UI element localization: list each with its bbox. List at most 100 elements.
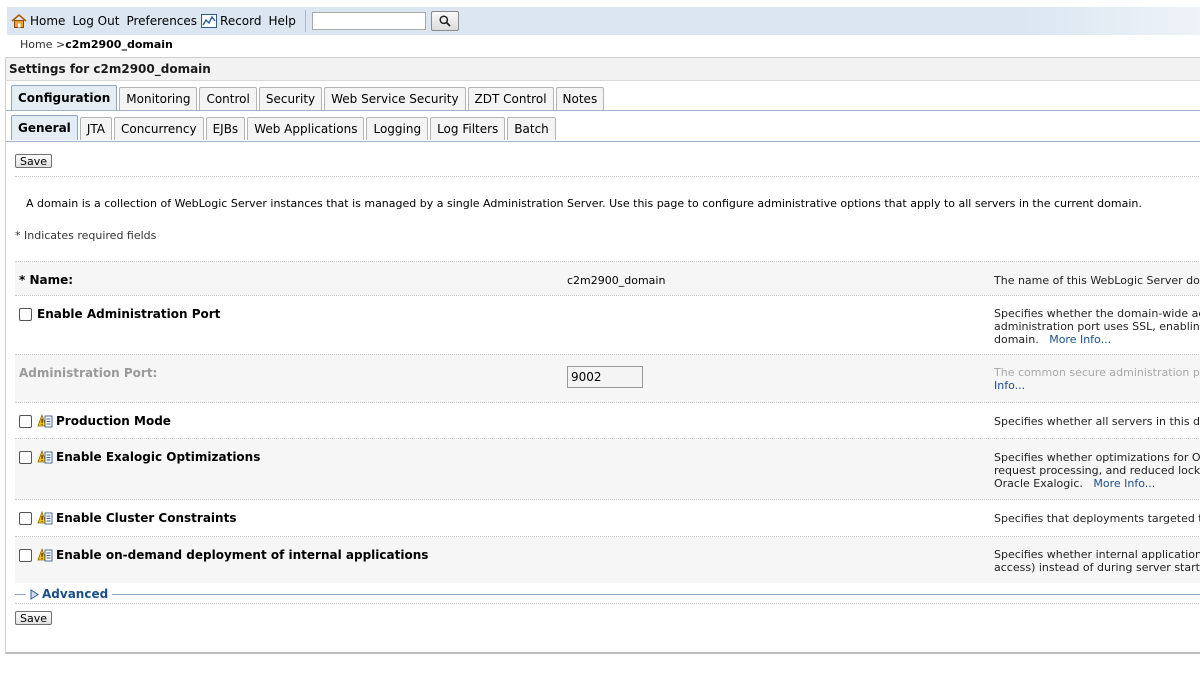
enable-admin-port-checkbox[interactable] (19, 307, 32, 321)
subtab-batch[interactable]: Batch (507, 117, 556, 140)
ondemand-field: Enable on-demand deployment of internal … (19, 547, 428, 563)
subtab-jta[interactable]: JTA (79, 117, 112, 140)
main-tabs-divider (6, 110, 1200, 111)
help-line: Specifies whether the domain-wide admini… (994, 307, 1200, 320)
name-row: * Name: c2m2900_domain The name of this … (15, 262, 1200, 295)
advanced-toggle[interactable]: Advanced (30, 587, 108, 601)
tab-configuration[interactable]: Configuration (11, 85, 118, 110)
production-mode-field: Production Mode (19, 413, 171, 429)
help-line: Specifies whether internal applications … (994, 548, 1200, 561)
production-mode-row: Production Mode Specifies whether all se… (15, 403, 1200, 438)
tab-monitoring[interactable]: Monitoring (119, 87, 198, 110)
global-toolbar: Home Log Out Preferences Record Help (7, 7, 1200, 35)
name-value: c2m2900_domain (567, 274, 666, 287)
advanced-label: Advanced (42, 587, 109, 601)
breadcrumb-home[interactable]: Home > (20, 38, 65, 51)
required-fields-note: * Indicates required fields (15, 229, 157, 242)
exalogic-checkbox[interactable] (19, 450, 32, 464)
help-line: domain. More Info... (994, 333, 1200, 346)
enable-admin-port-label: Enable Administration Port (37, 307, 221, 321)
search-button[interactable] (430, 11, 459, 31)
record-icon (201, 14, 218, 28)
admin-port-input[interactable]: 9002 (567, 366, 643, 388)
divider (15, 176, 1200, 177)
help-text: Oracle Exalogic. (994, 477, 1083, 490)
restart-required-icon (37, 449, 53, 464)
subtab-ejbs[interactable]: EJBs (205, 117, 246, 140)
tab-notes[interactable]: Notes (555, 87, 605, 110)
advanced-line (112, 593, 1200, 595)
main-tabs: Configuration Monitoring Control Securit… (11, 85, 606, 110)
tab-control[interactable]: Control (199, 87, 257, 110)
help-line: Specifies whether optimizations for Orac… (994, 451, 1200, 464)
sub-tabs-divider (6, 141, 1200, 142)
exalogic-help: Specifies whether optimizations for Orac… (994, 451, 1200, 490)
admin-port-row: Administration Port: 9002 The common sec… (15, 355, 1200, 402)
admin-port-help: The common secure administration port fo… (994, 366, 1200, 392)
cluster-row: Enable Cluster Constraints Specifies tha… (15, 500, 1200, 536)
subtab-web-applications[interactable]: Web Applications (247, 117, 365, 140)
advanced-line (15, 593, 26, 595)
enable-admin-port-help: Specifies whether the domain-wide admini… (994, 307, 1200, 346)
more-info-link[interactable]: More Info... (1093, 477, 1155, 490)
subtab-logging[interactable]: Logging (366, 117, 429, 140)
help-link[interactable]: Help (266, 11, 296, 31)
divider (15, 603, 1200, 604)
tab-web-service-security[interactable]: Web Service Security (324, 87, 466, 110)
search-icon (439, 15, 451, 27)
settings-panel: Settings for c2m2900_domain Configuratio… (5, 57, 1200, 654)
home-icon (11, 13, 27, 28)
more-info-link[interactable]: Info... (994, 379, 1200, 392)
production-mode-label: Production Mode (56, 414, 171, 428)
cluster-checkbox[interactable] (19, 511, 32, 525)
restart-required-icon (37, 510, 53, 525)
breadcrumb-current: c2m2900_domain (65, 38, 173, 51)
save-button-top[interactable]: Save (15, 154, 53, 168)
logout-label: Log Out (72, 14, 120, 28)
toolbar-separator (304, 10, 306, 32)
production-mode-checkbox[interactable] (19, 414, 32, 428)
restart-required-icon (37, 547, 53, 562)
subtab-concurrency[interactable]: Concurrency (113, 117, 204, 140)
ondemand-row: Enable on-demand deployment of internal … (15, 537, 1200, 583)
help-line: Oracle Exalogic. More Info... (994, 477, 1200, 490)
logout-link[interactable]: Log Out (69, 11, 119, 31)
home-label: Home (30, 14, 66, 28)
ondemand-checkbox[interactable] (19, 548, 32, 562)
help-line: request processing, and reduced lock con… (994, 464, 1200, 477)
name-help: The name of this WebLogic Server domain. (994, 274, 1200, 287)
cluster-field: Enable Cluster Constraints (19, 510, 236, 526)
help-line: administration port uses SSL, enabling t… (994, 320, 1200, 333)
enable-admin-port-field: Enable Administration Port (19, 307, 220, 321)
page-description: A domain is a collection of WebLogic Ser… (26, 197, 1142, 210)
name-label: * Name: (19, 273, 74, 287)
enable-admin-port-row: Enable Administration Port Specifies whe… (15, 296, 1200, 354)
subtab-general[interactable]: General (11, 115, 78, 140)
sub-tabs: General JTA Concurrency EJBs Web Applica… (11, 115, 558, 140)
tab-security[interactable]: Security (258, 87, 323, 110)
panel-title: Settings for c2m2900_domain (6, 58, 1200, 81)
cluster-help: Specifies that deployments targeted to a… (994, 512, 1200, 525)
advanced-section: Advanced (15, 587, 1200, 601)
help-label: Help (268, 14, 296, 28)
record-label: Record (220, 14, 262, 28)
save-button-bottom[interactable]: Save (15, 611, 53, 625)
cluster-label: Enable Cluster Constraints (56, 511, 237, 525)
subtab-log-filters[interactable]: Log Filters (430, 117, 506, 140)
help-text: domain. (994, 333, 1039, 346)
record-link[interactable]: Record (201, 11, 262, 31)
admin-port-label: Administration Port: (19, 366, 158, 380)
home-link[interactable]: Home (11, 11, 65, 31)
exalogic-label: Enable Exalogic Optimizations (56, 450, 261, 464)
help-line: The common secure administration port fo (994, 366, 1200, 379)
help-line: access) instead of during server startup… (994, 561, 1200, 574)
ondemand-label: Enable on-demand deployment of internal … (56, 548, 429, 562)
preferences-label: Preferences (126, 14, 198, 28)
breadcrumb: Home >c2m2900_domain (20, 38, 173, 51)
preferences-link[interactable]: Preferences (123, 11, 197, 31)
more-info-link[interactable]: More Info... (1049, 333, 1111, 346)
tab-zdt-control[interactable]: ZDT Control (467, 87, 554, 110)
ondemand-help: Specifies whether internal applications … (994, 548, 1200, 574)
restart-required-icon (37, 413, 53, 428)
search-input[interactable] (311, 12, 426, 30)
